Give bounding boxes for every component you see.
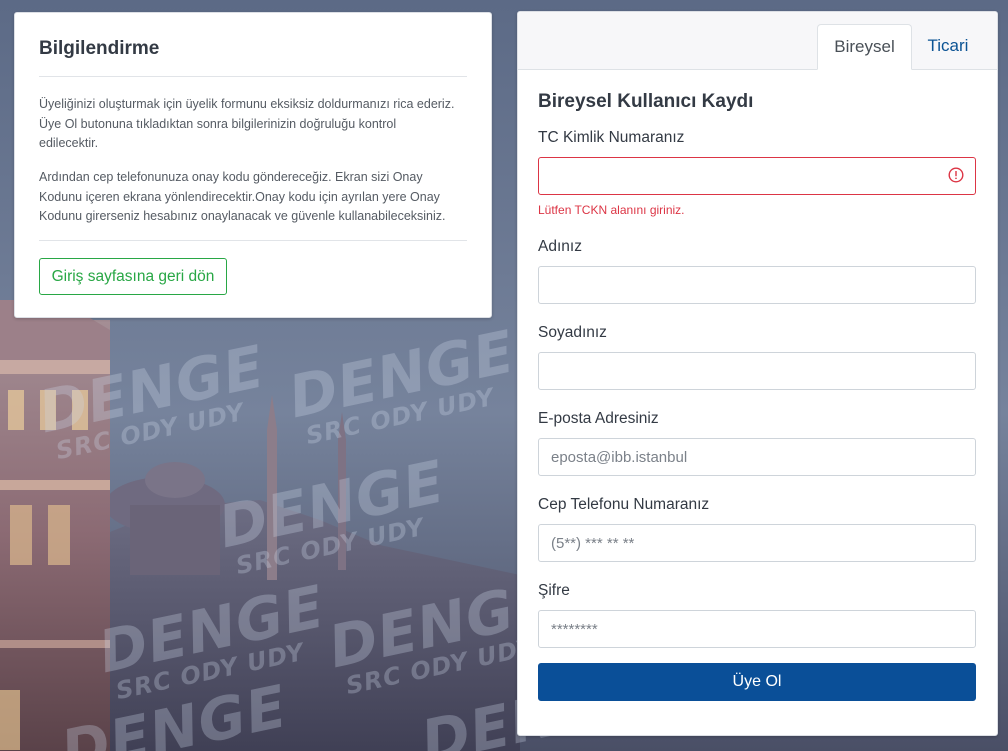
- divider: [39, 240, 467, 241]
- telefon-label: Cep Telefonu Numaranız: [538, 496, 710, 513]
- registration-card: Bireysel Ticari Bireysel Kullanıcı Kaydı…: [517, 11, 998, 736]
- soyad-input[interactable]: [538, 352, 976, 390]
- tab-bireysel[interactable]: Bireysel: [817, 24, 912, 70]
- tab-bar: Bireysel Ticari: [518, 12, 997, 70]
- back-to-login-button[interactable]: Giriş sayfasına geri dön: [39, 258, 227, 295]
- ad-input[interactable]: [538, 266, 976, 304]
- tckn-error-message: Lütfen TCKN alanını giriniz.: [538, 203, 685, 217]
- email-input[interactable]: [538, 438, 976, 476]
- info-paragraph-1: Üyeliğinizi oluşturmak için üyelik formu…: [39, 97, 455, 150]
- tckn-input[interactable]: [538, 157, 976, 195]
- sifre-label: Şifre: [538, 582, 570, 599]
- telefon-input[interactable]: [538, 524, 976, 562]
- register-button[interactable]: Üye Ol: [538, 663, 976, 701]
- email-label: E-posta Adresiniz: [538, 410, 659, 427]
- form-title: Bireysel Kullanıcı Kaydı: [538, 91, 754, 112]
- tckn-label: TC Kimlik Numaranız: [538, 129, 685, 146]
- exclamation-circle-icon: [948, 167, 964, 183]
- sifre-input[interactable]: [538, 610, 976, 648]
- divider: [39, 76, 467, 77]
- ad-label: Adınız: [538, 238, 582, 255]
- info-card-title: Bilgilendirme: [39, 38, 160, 59]
- info-card: Bilgilendirme Üyeliğinizi oluşturmak içi…: [14, 12, 492, 318]
- soyad-label: Soyadınız: [538, 324, 607, 341]
- tab-ticari[interactable]: Ticari: [920, 24, 976, 69]
- info-paragraph-2: Ardından cep telefonunuza onay kodu gönd…: [39, 170, 446, 223]
